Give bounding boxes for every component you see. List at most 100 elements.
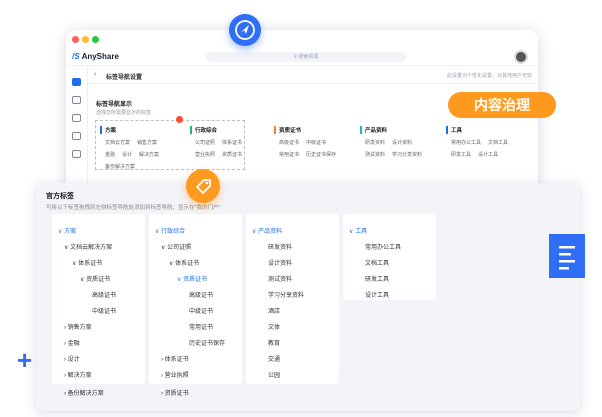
tree-leaf[interactable]: 常用证书 (189, 322, 213, 331)
badge-label: 内容治理 (474, 97, 530, 113)
search-icon: ⚲ (293, 54, 298, 60)
tag-item[interactable]: 中级证书 (306, 140, 326, 146)
tag-item[interactable]: 解决方案 (139, 152, 159, 158)
tree-leaf[interactable]: 测试资料 (268, 274, 292, 283)
tree-node[interactable]: › 设计 (64, 354, 80, 363)
tree-leaf[interactable]: 常用办公工具 (365, 242, 401, 251)
tag-item[interactable]: 营业执照 (195, 152, 215, 158)
tag-item[interactable]: 销售方案 (137, 140, 157, 146)
tag-fab[interactable] (186, 169, 220, 203)
tag-item[interactable]: 测试资料 (365, 152, 385, 158)
tree-node[interactable]: › 营业执照 (161, 370, 189, 379)
tree-node[interactable]: ∨ 公司证照 (161, 242, 191, 251)
plus-icon[interactable]: + (17, 347, 32, 373)
tree-label: 营业执照 (164, 373, 189, 379)
tree-node[interactable]: ∨ 文档云解决方案 (64, 242, 112, 251)
tree-label: 工具 (355, 229, 368, 235)
column-title: 行政综合 (190, 126, 249, 134)
send-fab[interactable] (229, 14, 261, 46)
tag-item[interactable]: 体系证书 (222, 140, 242, 146)
panel-title: 标签导航设置 (106, 75, 143, 81)
tag-item[interactable]: 研发工具 (451, 152, 471, 158)
tree-leaf[interactable]: 研发资料 (268, 242, 292, 251)
delete-badge[interactable] (176, 116, 183, 123)
message-icon[interactable] (72, 96, 81, 104)
tree-label: 资质证书 (183, 277, 208, 283)
archive-icon[interactable] (72, 150, 81, 158)
tree-leaf[interactable]: 教育 (268, 338, 280, 347)
tag-card-product: ∨ 产品资料 研发资料 设计资料 测试资料 学习分享资料 酒店 文体 教育 交通… (246, 214, 339, 384)
tag-item[interactable]: 常用证书 (279, 152, 299, 158)
grid-icon[interactable] (72, 114, 81, 122)
send-icon (235, 20, 255, 40)
tree-root[interactable]: ∨ 产品资料 (252, 226, 282, 235)
column-title: 工具 (446, 126, 515, 134)
tree-leaf[interactable]: 公园 (268, 370, 280, 379)
tree-node[interactable]: › 体系证书 (161, 354, 189, 363)
avatar[interactable] (514, 50, 528, 64)
tree-node[interactable]: ∨ 资质证书 (177, 274, 207, 283)
tree-leaf[interactable]: 研发工具 (365, 274, 389, 283)
tag-item[interactable]: 文档工具 (488, 140, 508, 146)
document-icon (559, 246, 575, 270)
maximize-dot[interactable] (92, 36, 99, 43)
tree-leaf[interactable]: 中级证书 (189, 306, 213, 315)
tree-leaf[interactable]: 学习分享资料 (268, 290, 304, 299)
tree-node[interactable]: › 金融 (64, 338, 80, 347)
tree-node[interactable]: ∨ 体系证书 (72, 258, 102, 267)
tag-item[interactable]: 高级证书 (279, 140, 299, 146)
tree-leaf[interactable]: 交通 (268, 354, 280, 363)
tree-label: 行政综合 (161, 229, 186, 235)
tag-item[interactable]: 金融 (105, 152, 115, 158)
column-title: 资质证书 (274, 126, 343, 134)
tree-leaf[interactable]: 高级证书 (92, 290, 116, 299)
section-title: 标签导航显示 (96, 102, 133, 108)
tree-leaf[interactable]: 设计工具 (365, 290, 389, 299)
tree-leaf[interactable]: 设计资料 (268, 258, 292, 267)
title-bar: /S AnyShare ⚲ 搜索资源 (66, 30, 538, 66)
minimize-dot[interactable] (82, 36, 89, 43)
tree-node[interactable]: ∨ 资质证书 (80, 274, 110, 283)
column-title: 产品资料 (360, 126, 429, 134)
document-fab[interactable] (549, 234, 585, 278)
tree-leaf[interactable]: 历史证书保存 (189, 338, 225, 347)
tag-item[interactable]: 备份解决方案 (105, 164, 135, 170)
column-title: 方案 (100, 126, 166, 134)
tree-leaf[interactable]: 高级证书 (189, 290, 213, 299)
content-governance-badge: 内容治理 (448, 92, 556, 118)
tag-item[interactable]: 学习分享资料 (392, 152, 422, 158)
tree-leaf[interactable]: 酒店 (268, 306, 280, 315)
tag-item[interactable]: 研发资料 (365, 140, 385, 146)
tree-label: 金融 (67, 341, 80, 347)
tag-item[interactable]: 文档云方案 (105, 140, 130, 146)
tree-node[interactable]: › 资质证书 (161, 388, 189, 397)
library-icon[interactable] (72, 132, 81, 140)
tag-item[interactable]: 资质证书 (222, 152, 242, 158)
tree-label: 资质证书 (164, 391, 189, 397)
tag-item[interactable]: 常用办公工具 (451, 140, 481, 146)
nav-column-solution: 方案 文档云方案 销售方案 金融 设计 解决方案 备份解决方案 (100, 126, 166, 175)
nav-column-tool: 工具 常用办公工具 文档工具 研发工具 设计工具 (446, 126, 515, 163)
tree-leaf[interactable]: 文档工具 (365, 258, 389, 267)
tree-node[interactable]: ∨ 体系证书 (169, 258, 199, 267)
tag-item[interactable]: 公司证照 (195, 140, 215, 146)
tag-item[interactable]: 设计工具 (478, 152, 498, 158)
tag-item[interactable]: 设计资料 (392, 140, 412, 146)
tag-item[interactable]: 历史证书保存 (306, 152, 336, 158)
tree-leaf[interactable]: 中级证书 (92, 306, 116, 315)
app-name: AnyShare (81, 52, 119, 61)
tree-leaf[interactable]: 文体 (268, 322, 280, 331)
tag-item[interactable]: 设计 (122, 152, 132, 158)
tree-root[interactable]: ∨ 工具 (349, 226, 367, 235)
tag-icon (196, 179, 211, 194)
search-input[interactable]: ⚲ 搜索资源 (206, 52, 406, 62)
tree-node[interactable]: › 解决方案 (64, 370, 92, 379)
tree-node[interactable]: › 备份解决方案 (64, 388, 104, 397)
chevron-left-icon[interactable]: ‹ (94, 71, 96, 78)
tree-root[interactable]: ∨ 行政综合 (155, 226, 185, 235)
close-dot[interactable] (72, 36, 79, 43)
tree-root[interactable]: ∨ 方案 (58, 226, 76, 235)
tree-node[interactable]: › 销售方案 (64, 322, 92, 331)
tree-label: 文档云解决方案 (70, 245, 113, 251)
home-icon[interactable] (72, 78, 81, 86)
